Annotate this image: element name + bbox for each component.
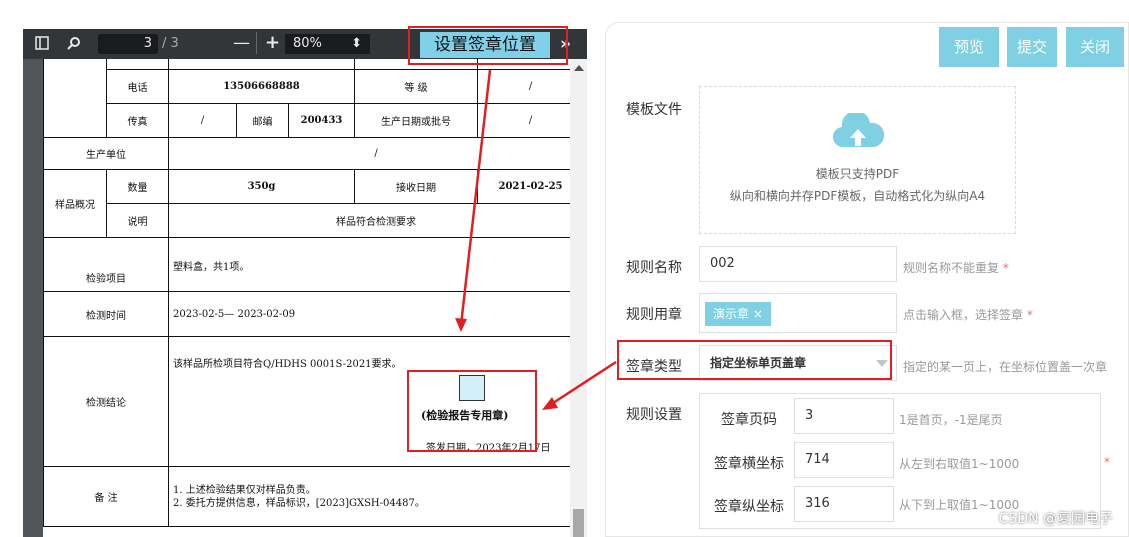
table-cell: / (168, 59, 355, 70)
table-cell: 说明 (106, 203, 169, 238)
seal-x-input[interactable]: 714 (794, 442, 894, 478)
table-cell: 备 注 (43, 466, 169, 527)
rule-seal-label: 规则用章 (626, 307, 682, 323)
table-cell: 生产日期或批号 (354, 103, 478, 138)
toolbar-divider (256, 32, 257, 54)
table-cell: 检测时间 (43, 291, 169, 337)
rule-name-label: 规则名称 (626, 260, 682, 276)
table-row: 检测时间 2023-02-5— 2023-02-09 (43, 291, 570, 337)
table-row: 样品概况 数量 350g 接收日期 2021-02-25 (43, 169, 570, 238)
scroll-thumb[interactable] (573, 509, 584, 537)
rule-form-panel: 预览 提交 关闭 模板文件 模板只支持PDF 纵向和横向并存PDF模板，自动格式… (605, 22, 1129, 537)
submit-button[interactable]: 提交 (1007, 27, 1057, 67)
rule-seal-input[interactable]: 演示章 × (699, 293, 897, 333)
rule-name-hint: 规则名称不能重复 * (903, 261, 1009, 275)
template-upload[interactable]: 模板只支持PDF 纵向和横向并存PDF模板，自动格式化为纵向A4 (699, 86, 1016, 234)
seal-page-input[interactable]: 3 (794, 398, 894, 434)
seal-y-input[interactable]: 316 (794, 486, 894, 522)
page-hint: 1是首页，-1是尾页 (899, 413, 1003, 427)
set-position-highlight (408, 26, 568, 65)
table-cell: 邮编 (236, 103, 289, 138)
table-cell: 2021-02-25 (477, 169, 570, 204)
table-cell: / (477, 69, 570, 104)
search-icon[interactable] (67, 36, 81, 54)
close-button[interactable]: 关闭 (1066, 27, 1124, 67)
pdf-viewer: 3 / 3 — + 80%⬍ 设置签章位置 » 代码 / 型号/类别 塑料制品 … (23, 29, 587, 537)
table-cell: 2023-02-5— 2023-02-09 (168, 291, 570, 337)
y-coord-label: 签章纵坐标 (714, 499, 784, 515)
table-cell: 数量 (106, 169, 169, 204)
zoom-out-button[interactable]: — (233, 33, 250, 53)
seal-type-highlight (617, 340, 892, 380)
remark-line: 2. 委托方提供信息，样品标识，[2023]GXSH-04487。 (173, 497, 425, 509)
cloud-upload-icon (832, 110, 885, 153)
watermark: CSDN @复园电子 (998, 511, 1113, 527)
report-table: 代码 / 型号/类别 塑料制品 电话 13506668888 等 级 / 传真 … (43, 59, 570, 527)
table-cell: 等 级 (354, 69, 478, 104)
rule-setting-label: 规则设置 (626, 407, 682, 423)
required-mark: * (1104, 455, 1110, 469)
table-cell: / (477, 103, 570, 138)
table-cell: 1. 上述检验结果仅对样品负责。 2. 委托方提供信息，样品标识，[2023]G… (168, 466, 570, 527)
zoom-select[interactable]: 80% ⬍ (285, 34, 370, 54)
table-cell: 样品符合检测要求 (168, 203, 570, 238)
template-label: 模板文件 (626, 102, 682, 118)
conclusion-text: 该样品所检项目符合Q/HDHS 0001S-2021要求。 (173, 359, 402, 370)
table-row: 备 注 1. 上述检验结果仅对样品负责。 2. 委托方提供信息，样品标识，[20… (43, 466, 570, 527)
zoom-in-button[interactable]: + (265, 32, 280, 53)
rule-name-input[interactable]: 002 (699, 246, 897, 282)
table-row: 电话 13506668888 等 级 / (44, 69, 570, 104)
table-cell: / (168, 137, 570, 170)
remark-line: 1. 上述检验结果仅对样品负责。 (173, 484, 316, 496)
seal-area-highlight (407, 370, 537, 452)
table-cell: 样品概况 (43, 169, 107, 238)
table-cell: 生产单位 (43, 137, 169, 170)
table-cell (43, 59, 107, 138)
page-label: 签章页码 (721, 412, 777, 428)
table-cell: / (168, 103, 237, 138)
table-cell: 200433 (288, 103, 355, 138)
scroll-up-icon[interactable] (574, 65, 584, 71)
rule-seal-hint: 点击输入框，选择签章 * (903, 308, 1033, 322)
table-cell: 电话 (106, 69, 169, 104)
chevron-updown-icon: ⬍ (351, 36, 362, 51)
x-coord-label: 签章横坐标 (714, 456, 784, 472)
sidebar-toggle-icon[interactable] (35, 36, 49, 54)
pdf-scrollbar[interactable] (570, 59, 587, 537)
table-cell: 塑料盒，共1项。 (168, 237, 570, 292)
table-cell: 传真 (106, 103, 169, 138)
upload-hint: 模板只支持PDF (815, 167, 900, 181)
tag-close-icon[interactable]: × (753, 307, 763, 321)
table-cell: 检验项目 (43, 237, 169, 292)
table-cell: 13506668888 (168, 69, 355, 104)
table-row: 说明 样品符合检测要求 (44, 203, 570, 238)
table-row: 生产单位 / (43, 137, 570, 170)
page-total: / 3 (162, 36, 179, 51)
preview-button[interactable]: 预览 (939, 27, 999, 67)
table-cell: 接收日期 (354, 169, 478, 204)
pdf-page: 代码 / 型号/类别 塑料制品 电话 13506668888 等 级 / 传真 … (43, 59, 570, 537)
upload-hint: 纵向和横向并存PDF模板，自动格式化为纵向A4 (729, 189, 986, 203)
x-hint: 从左到右取值1~1000 (899, 457, 1020, 471)
page-number-input[interactable]: 3 (98, 34, 158, 54)
zoom-value: 80% (293, 36, 322, 51)
seal-tag: 演示章 × (705, 302, 771, 326)
table-cell: 代码 (106, 59, 169, 70)
table-cell: 350g (168, 169, 355, 204)
seal-type-hint: 指定的某一页上，在坐标位置盖一次章 (903, 360, 1108, 374)
table-row: 传真 / 邮编 200433 生产日期或批号 / (44, 103, 570, 138)
table-row: 检验项目 塑料盒，共1项。 (43, 237, 570, 292)
table-cell: 检测结论 (43, 336, 169, 467)
